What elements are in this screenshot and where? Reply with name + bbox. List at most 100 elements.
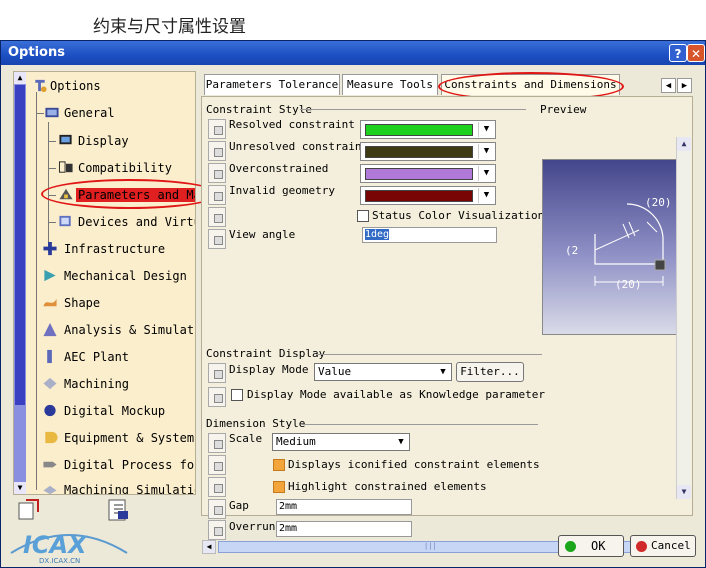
lock-knowledge-button[interactable] [208,387,226,407]
tab-measure-tools[interactable]: Measure Tools [342,74,438,95]
compatibility-icon [58,161,73,173]
section-title: Constraint Display [206,347,326,360]
tab-scroll-right-icon[interactable]: ▶ [677,78,692,93]
cancel-label: Cancel [651,539,691,552]
lock-overconstrained-button[interactable] [208,163,226,183]
invalid-swatch [365,190,473,202]
tree-label: Infrastructure [64,242,166,256]
analysis-icon [43,322,57,337]
overrun-input[interactable]: 2mm [276,521,412,537]
tree-label: Display [78,134,129,148]
highlight-checkbox[interactable] [273,481,285,493]
section-title: Constraint Style [206,103,312,116]
tree-label: Devices and Virtu [78,215,196,229]
invalid-color-select[interactable]: ▼ [360,186,496,205]
annotation-oval-tree [41,179,219,209]
scroll-up-icon[interactable]: ▲ [677,137,691,151]
ok-icon [565,541,576,552]
display-icon [59,134,72,145]
icax-watermark-logo: ICAX DX.ICAX.CN [10,531,128,565]
aec-plant-icon [47,349,52,364]
view-angle-input[interactable]: 1deg [362,227,497,243]
tree-label: Machining [64,377,130,391]
constraints-panel: Constraint Style Preview Resolved constr… [201,96,693,554]
options-dialog: Options ? ✕ ▲ ▼ Options General Display [0,40,706,568]
view-angle-value: 1deg [365,229,390,240]
scale-value: Medium [276,435,316,448]
equipment-icon [45,431,58,444]
options-tree: ▲ ▼ Options General Display Compatibilit… [13,71,196,495]
tree-scroll-down-icon[interactable]: ▼ [14,482,26,494]
tree-scroll-thumb[interactable] [15,85,25,405]
lock-gap-button[interactable] [208,499,226,519]
scale-select[interactable]: Medium ▼ [272,433,410,451]
overconstrained-swatch [365,168,473,180]
chevron-down-icon: ▼ [478,188,494,203]
knowledge-checkbox[interactable] [231,389,243,401]
devices-icon [59,215,71,227]
cancel-icon [636,541,647,552]
overrun-label: Overrun [229,520,276,533]
tab-scroll-left-icon[interactable]: ◀ [661,78,676,93]
chevron-down-icon: ▼ [478,166,494,181]
scroll-grip: ||| [424,542,437,550]
gap-label: Gap [229,499,249,512]
ok-label: OK [591,539,606,553]
tab-parameters-tolerance[interactable]: Parameters Tolerance [204,74,340,95]
view-angle-label: View angle [229,228,296,241]
infrastructure-icon [43,241,57,256]
unresolved-color-select[interactable]: ▼ [360,142,496,161]
tree-scroll-up-icon[interactable]: ▲ [14,72,26,84]
tree-label: General [64,106,115,120]
lock-highlight-button[interactable] [208,477,226,497]
display-mode-select[interactable]: Value ▼ [314,363,452,381]
svg-text:DX.ICAX.CN: DX.ICAX.CN [39,557,80,565]
svg-text:(20): (20) [615,278,642,291]
status-color-checkbox[interactable] [357,210,369,222]
lock-unresolved-button[interactable] [208,141,226,161]
lock-resolved-button[interactable] [208,119,226,139]
preview-title: Preview [540,103,587,116]
cancel-button[interactable]: Cancel [630,535,696,557]
tree-scrollbar[interactable]: ▲ ▼ [14,72,26,494]
tree-label: Mechanical Design [64,269,187,283]
tree-label: Machining Simulatio [64,483,196,495]
options-tree-icon [35,79,47,93]
resolved-color-select[interactable]: ▼ [360,120,496,139]
lock-iconified-button[interactable] [208,455,226,475]
overconstrained-label: Overconstrained [229,162,329,175]
ok-button[interactable]: OK [558,535,624,557]
close-button[interactable]: ✕ [687,44,705,62]
knowledge-label: Display Mode available as Knowledge para… [247,388,546,401]
tree-label: Equipment & Systems [64,431,196,445]
lock-display-mode-button[interactable] [208,363,226,383]
page-caption: 约束与尺寸属性设置 [93,17,246,37]
machining-simulation-icon [43,485,57,494]
digital-process-icon [43,461,57,468]
svg-text:(20): (20) [645,196,672,209]
svg-text:ICAX: ICAX [23,531,88,559]
lock-invalid-button[interactable] [208,185,226,205]
status-color-label: Status Color Visualization [372,209,545,222]
iconified-checkbox[interactable] [273,459,285,471]
shape-icon [43,298,57,307]
resolved-label: Resolved constraint [229,118,355,131]
filter-button[interactable]: Filter... [456,362,524,382]
svg-text:(2: (2 [565,244,578,257]
gap-input[interactable]: 2mm [276,499,412,515]
display-mode-label: Display Mode [229,363,309,376]
overconstrained-color-select[interactable]: ▼ [360,164,496,183]
scroll-left-icon[interactable]: ◀ [202,540,216,554]
lock-scale-button[interactable] [208,433,226,453]
scroll-down-icon[interactable]: ▼ [677,485,691,499]
lock-view-angle-button[interactable] [208,229,226,249]
window-title: Options [8,45,65,60]
lock-overrun-button[interactable] [208,520,226,540]
highlight-label: Highlight constrained elements [288,480,487,493]
lock-status-button[interactable] [208,207,226,227]
tree-label: Shape [64,296,101,310]
help-button[interactable]: ? [669,44,687,62]
content-vertical-scrollbar[interactable]: ▲ ▼ [676,137,691,499]
preview-sketch-image: (20) (2 (20) [565,196,672,291]
tree-label: Analysis & Simulati [64,323,196,337]
